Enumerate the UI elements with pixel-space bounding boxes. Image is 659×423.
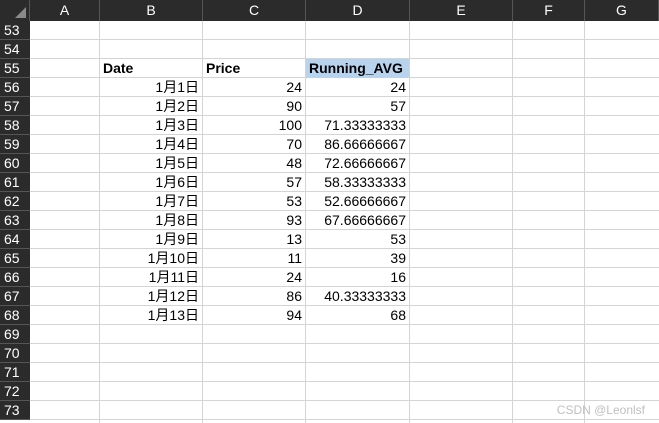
row-header-56[interactable]: 56 bbox=[0, 78, 30, 97]
row-gridline bbox=[30, 343, 659, 344]
row-gridline bbox=[30, 419, 659, 420]
cell-date[interactable]: 1月4日 bbox=[100, 135, 202, 154]
cell-date[interactable]: 1月11日 bbox=[100, 268, 202, 287]
cell-running-avg[interactable]: 58.33333333 bbox=[306, 173, 409, 192]
column-gridline bbox=[409, 21, 410, 423]
cell-date[interactable]: 1月3日 bbox=[100, 116, 202, 135]
row-header-68[interactable]: 68 bbox=[0, 306, 30, 325]
cell-running-avg[interactable]: 52.66666667 bbox=[306, 192, 409, 211]
cell-price[interactable]: 86 bbox=[203, 287, 305, 306]
row-gridline bbox=[30, 39, 659, 40]
row-header-71[interactable]: 71 bbox=[0, 363, 30, 382]
cell-running-avg[interactable]: 72.66666667 bbox=[306, 154, 409, 173]
select-all-corner[interactable] bbox=[0, 0, 30, 21]
column-header-e[interactable]: E bbox=[410, 0, 513, 21]
column-gridline bbox=[584, 21, 585, 423]
cell-running-avg[interactable]: 71.33333333 bbox=[306, 116, 409, 135]
row-gridline bbox=[30, 400, 659, 401]
row-header-66[interactable]: 66 bbox=[0, 268, 30, 287]
cell-header-date[interactable]: Date bbox=[100, 59, 202, 78]
cell-date[interactable]: 1月9日 bbox=[100, 230, 202, 249]
cell-price[interactable]: 94 bbox=[203, 306, 305, 325]
cell-price[interactable]: 70 bbox=[203, 135, 305, 154]
row-header-67[interactable]: 67 bbox=[0, 287, 30, 306]
cell-price[interactable]: 100 bbox=[203, 116, 305, 135]
row-header-54[interactable]: 54 bbox=[0, 40, 30, 59]
row-header-57[interactable]: 57 bbox=[0, 97, 30, 116]
cell-price[interactable]: 11 bbox=[203, 249, 305, 268]
cell-running-avg[interactable]: 24 bbox=[306, 78, 409, 97]
row-header-70[interactable]: 70 bbox=[0, 344, 30, 363]
cell-running-avg[interactable]: 40.33333333 bbox=[306, 287, 409, 306]
cell-running-avg[interactable]: 68 bbox=[306, 306, 409, 325]
column-header-f[interactable]: F bbox=[513, 0, 585, 21]
row-header-64[interactable]: 64 bbox=[0, 230, 30, 249]
column-header-g[interactable]: G bbox=[585, 0, 659, 21]
cell-running-avg[interactable]: 57 bbox=[306, 97, 409, 116]
cell-price[interactable]: 57 bbox=[203, 173, 305, 192]
column-header-b[interactable]: B bbox=[100, 0, 203, 21]
row-gridline bbox=[30, 362, 659, 363]
watermark: CSDN @Leonlsf bbox=[556, 403, 645, 417]
column-header-d[interactable]: D bbox=[306, 0, 410, 21]
cell-date[interactable]: 1月6日 bbox=[100, 173, 202, 192]
cell-header-price[interactable]: Price bbox=[203, 59, 305, 78]
cell-date[interactable]: 1月10日 bbox=[100, 249, 202, 268]
row-header-55[interactable]: 55 bbox=[0, 59, 30, 78]
column-header-c[interactable]: C bbox=[203, 0, 306, 21]
cell-date[interactable]: 1月1日 bbox=[100, 78, 202, 97]
cell-date[interactable]: 1月2日 bbox=[100, 97, 202, 116]
cell-date[interactable]: 1月13日 bbox=[100, 306, 202, 325]
row-header-60[interactable]: 60 bbox=[0, 154, 30, 173]
spreadsheet-grid: ABCDEFG 53 54 55 56 57 58 59 60 61 62 63 64 65 66 67 68… bbox=[0, 0, 659, 423]
cell-price[interactable]: 53 bbox=[203, 192, 305, 211]
cell-header-running-avg[interactable]: Running_AVG bbox=[306, 59, 409, 78]
cell-price[interactable]: 90 bbox=[203, 97, 305, 116]
select-all-triangle-icon bbox=[15, 7, 26, 18]
cell-running-avg[interactable]: 86.66666667 bbox=[306, 135, 409, 154]
cell-price[interactable]: 48 bbox=[203, 154, 305, 173]
cell-running-avg[interactable]: 39 bbox=[306, 249, 409, 268]
row-header-61[interactable]: 61 bbox=[0, 173, 30, 192]
cell-running-avg[interactable]: 67.66666667 bbox=[306, 211, 409, 230]
row-header-65[interactable]: 65 bbox=[0, 249, 30, 268]
row-header-59[interactable]: 59 bbox=[0, 135, 30, 154]
cell-date[interactable]: 1月5日 bbox=[100, 154, 202, 173]
row-header-53[interactable]: 53 bbox=[0, 21, 30, 40]
column-gridline bbox=[512, 21, 513, 423]
row-header-69[interactable]: 69 bbox=[0, 325, 30, 344]
cell-date[interactable]: 1月7日 bbox=[100, 192, 202, 211]
row-header-63[interactable]: 63 bbox=[0, 211, 30, 230]
cell-price[interactable]: 93 bbox=[203, 211, 305, 230]
cell-running-avg[interactable]: 16 bbox=[306, 268, 409, 287]
cell-date[interactable]: 1月8日 bbox=[100, 211, 202, 230]
cell-date[interactable]: 1月12日 bbox=[100, 287, 202, 306]
column-header-a[interactable]: A bbox=[30, 0, 100, 21]
cell-running-avg[interactable]: 53 bbox=[306, 230, 409, 249]
row-header-73[interactable]: 73 bbox=[0, 401, 30, 420]
row-header-62[interactable]: 62 bbox=[0, 192, 30, 211]
cell-price[interactable]: 24 bbox=[203, 78, 305, 97]
cell-price[interactable]: 24 bbox=[203, 268, 305, 287]
row-header-72[interactable]: 72 bbox=[0, 382, 30, 401]
row-header-58[interactable]: 58 bbox=[0, 116, 30, 135]
row-gridline bbox=[30, 381, 659, 382]
cell-price[interactable]: 13 bbox=[203, 230, 305, 249]
